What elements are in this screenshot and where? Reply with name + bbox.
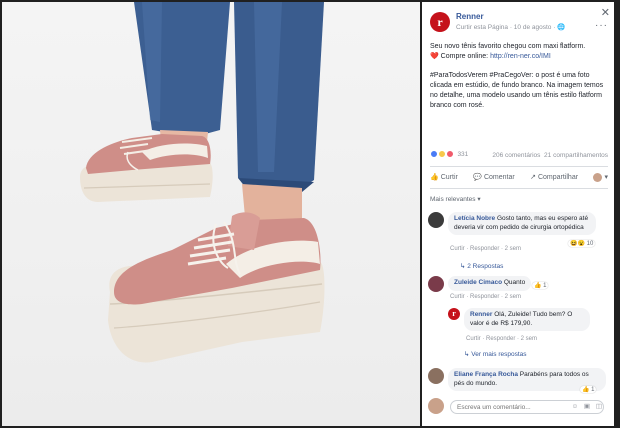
- share-label: Compartilhar: [537, 173, 579, 181]
- comment-bubble: Letícia Nobre Gosto tanto, mas eu espero…: [448, 212, 596, 235]
- share-button[interactable]: ↗ Compartilhar: [530, 173, 579, 182]
- commenter-avatar[interactable]: [428, 368, 444, 384]
- shares-count[interactable]: 21 compartilhamentos: [544, 152, 608, 159]
- post-text-line2: ❤️ Compre online:: [430, 53, 491, 60]
- comment-reaction-badge[interactable]: 👍 1: [580, 386, 597, 393]
- comment-sort-dropdown[interactable]: Mais relevantes ▾: [430, 195, 481, 203]
- post-photo[interactable]: [2, 2, 420, 426]
- comment-actions[interactable]: Curtir · Responder · 2 sem: [450, 246, 521, 252]
- comment-text: Quanto: [503, 279, 526, 286]
- comment-author[interactable]: Zuleide Cimaco: [454, 279, 502, 286]
- comments-count[interactable]: 206 comentários: [492, 152, 540, 159]
- comment-bubble: Zuleide Cimaco Quanto: [448, 276, 532, 291]
- view-replies-link[interactable]: ↳ 2 Respostas: [460, 262, 503, 270]
- comment-author[interactable]: Eliane França Rocha: [454, 371, 518, 378]
- comment-composer: ☺ ▣ ◫: [428, 398, 608, 416]
- more-replies-link[interactable]: ↳ Ver mais respostas: [464, 350, 527, 358]
- reactions-bar[interactable]: 331 206 comentários 21 compartilhamentos: [430, 150, 608, 162]
- post-paragraph2: #ParaTodosVerem #PraCegoVer: o post é um…: [430, 72, 604, 109]
- action-bar: 👍 Curtir 💬 Comentar ↗ Compartilhar ▾: [430, 170, 608, 184]
- more-options-icon[interactable]: ···: [595, 20, 608, 31]
- comment-reaction-badge[interactable]: 👍 1: [532, 282, 549, 289]
- post-link[interactable]: http://ren-ner.co/IMI: [490, 53, 551, 60]
- reply-author[interactable]: Renner: [470, 311, 492, 318]
- comment-label: Comentar: [483, 173, 515, 181]
- post-text-line1: Seu novo tênis favorito chegou com maxi …: [430, 43, 586, 50]
- close-icon[interactable]: ✕: [601, 6, 610, 19]
- divider: [430, 166, 608, 167]
- post-panel: ✕ r Renner Curtir esta Página · 10 de ag…: [422, 2, 614, 426]
- thumbs-up-icon: 👍: [430, 174, 439, 181]
- like-button[interactable]: 👍 Curtir: [430, 173, 458, 182]
- divider: [430, 188, 608, 189]
- sneakers-photo: [80, 2, 325, 363]
- commenter-avatar[interactable]: [428, 212, 444, 228]
- reaction-count[interactable]: 331: [457, 151, 468, 158]
- comment-author[interactable]: Letícia Nobre: [454, 215, 495, 222]
- viewer-frame: ✕ r Renner Curtir esta Página · 10 de ag…: [0, 0, 620, 428]
- page-avatar[interactable]: r: [430, 12, 450, 32]
- post-text: Seu novo tênis favorito chegou com maxi …: [430, 42, 608, 120]
- comment-reaction-badge[interactable]: 😆😮 10: [568, 240, 596, 247]
- composer-icons[interactable]: ☺ ▣ ◫: [571, 402, 604, 410]
- comment-icon: 💬: [473, 174, 482, 181]
- share-icon: ↗: [530, 174, 536, 181]
- reply-bubble: Renner Olá, Zuleide! Tudo bem? O valor é…: [464, 308, 590, 331]
- page-name[interactable]: Renner: [456, 12, 484, 21]
- comments-shares-count[interactable]: 206 comentários 21 compartilhamentos: [492, 152, 608, 159]
- like-label: Curtir: [440, 173, 458, 181]
- comment-button[interactable]: 💬 Comentar: [473, 173, 515, 182]
- audience-selector[interactable]: ▾: [593, 172, 608, 182]
- reply-actions[interactable]: Curtir · Responder · 2 sem: [466, 336, 537, 342]
- love-reaction-icon: [445, 150, 454, 158]
- user-avatar[interactable]: [428, 398, 444, 414]
- post-meta: Curtir esta Página · 10 de agosto · 🌐: [456, 24, 566, 31]
- commenter-avatar[interactable]: [428, 276, 444, 292]
- reply-avatar[interactable]: r: [448, 308, 460, 320]
- like-reaction-icon: [430, 150, 438, 158]
- comment-actions[interactable]: Curtir · Responder · 2 sem: [450, 294, 521, 300]
- haha-reaction-icon: [437, 150, 446, 158]
- user-avatar-icon: [593, 172, 603, 182]
